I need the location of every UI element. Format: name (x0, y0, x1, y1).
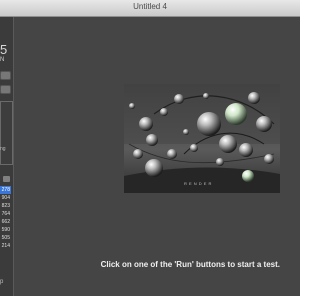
sidebar-footer-label: p (0, 279, 4, 285)
sphere-medium (256, 116, 272, 132)
sphere-small (146, 134, 158, 146)
score-item[interactable]: 214 (0, 242, 11, 250)
sphere-small (248, 92, 260, 104)
sphere-medium (219, 135, 237, 153)
logo-number: 5 (0, 42, 8, 57)
window-title: Untitled 4 (133, 2, 167, 11)
sphere-tiny (174, 94, 184, 104)
status-message: Click on one of the 'Run' buttons to sta… (100, 260, 280, 269)
score-item[interactable]: 764 (0, 210, 11, 218)
bottom-edge (0, 296, 300, 300)
sphere-green-large (225, 103, 247, 125)
sphere-green-small (242, 170, 254, 182)
score-item[interactable]: 590 (0, 226, 11, 234)
score-item[interactable]: 662 (0, 218, 11, 226)
sphere-tiny (216, 158, 224, 166)
sphere-medium (145, 159, 163, 177)
render-preview-image: R E N D E R (124, 84, 280, 193)
logo-subtitle: N (0, 57, 5, 63)
score-item[interactable]: 823 (0, 202, 11, 210)
sphere-tiny (190, 144, 198, 152)
sphere-tiny (203, 93, 209, 99)
sphere-small (239, 143, 253, 157)
settings-label: ng (0, 146, 6, 152)
results-icon[interactable] (3, 176, 10, 182)
preview-watermark: R E N D E R (184, 181, 212, 186)
score-item[interactable]: 904 (0, 194, 11, 202)
score-item[interactable]: 505 (0, 234, 11, 242)
settings-panel (0, 101, 13, 165)
score-list: 278 904 823 764 662 590 505 214 (0, 186, 11, 250)
app-window: Untitled 4 5 N ng 278 904 823 764 662 59… (0, 0, 300, 296)
sidebar: 5 N ng 278 904 823 764 662 590 505 214 p (0, 17, 14, 296)
score-item[interactable]: 278 (0, 186, 11, 194)
title-bar[interactable]: Untitled 4 (0, 0, 300, 17)
sphere-small (133, 149, 143, 159)
run-button-secondary[interactable] (0, 85, 11, 94)
sphere-tiny (160, 108, 168, 116)
sphere-small (264, 154, 274, 164)
run-button[interactable] (0, 71, 11, 80)
sphere-large (197, 112, 221, 136)
sphere-tiny (129, 103, 135, 109)
sphere-small (167, 149, 177, 159)
sphere-small (139, 117, 153, 131)
sphere-tiny (183, 129, 189, 135)
